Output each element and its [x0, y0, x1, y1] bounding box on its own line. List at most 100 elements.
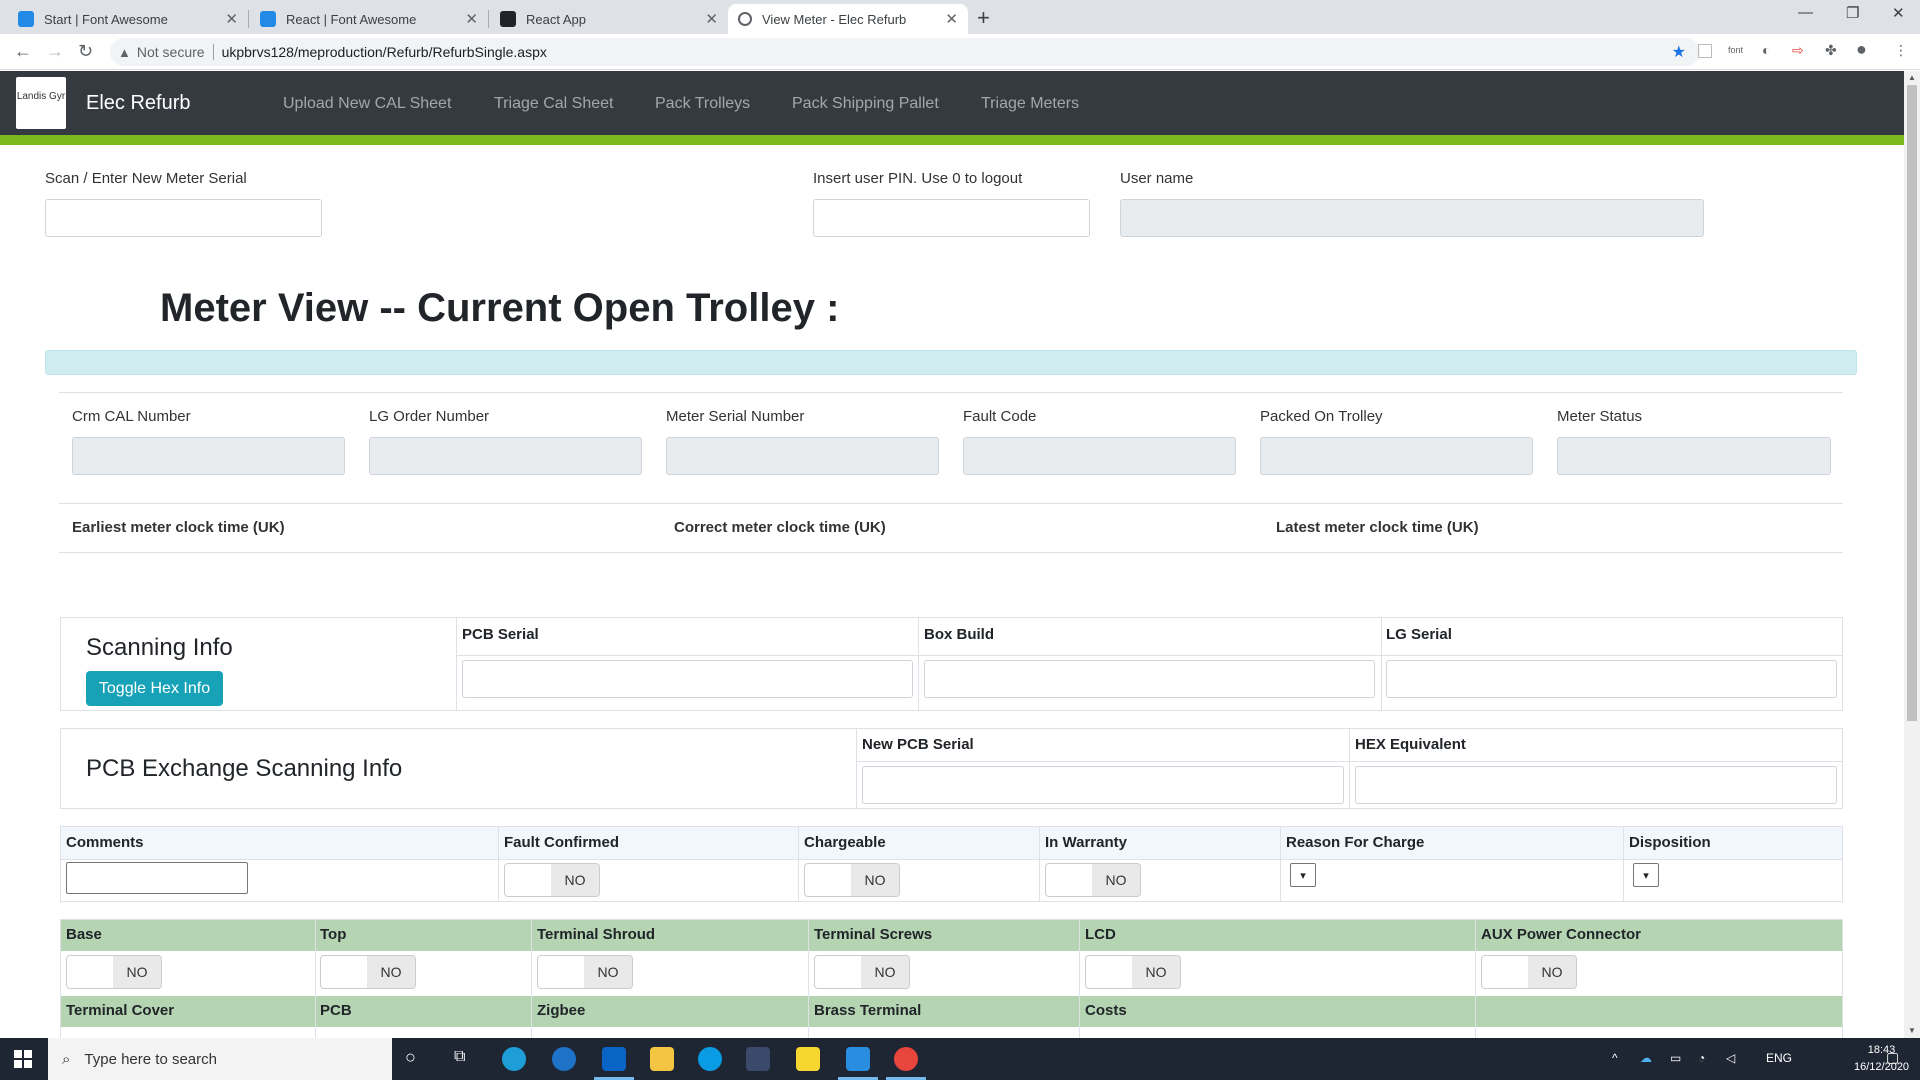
lcd-toggle[interactable]: NO — [1085, 955, 1181, 989]
cortana-icon[interactable]: ○ — [405, 1047, 416, 1068]
meter-status-field — [1557, 437, 1831, 475]
taskbar-clock[interactable]: 18:43 16/12/2020 — [1854, 1042, 1909, 1076]
toggle-state: NO — [1528, 956, 1576, 988]
chargeable-header: Chargeable — [804, 834, 886, 851]
nav-pack-trolleys[interactable]: Pack Trolleys — [655, 95, 750, 113]
scroll-thumb[interactable] — [1907, 85, 1917, 721]
scroll-down-icon[interactable]: ▼ — [1908, 1026, 1916, 1035]
charge-table — [60, 826, 1843, 902]
internet-explorer-icon[interactable] — [552, 1047, 576, 1071]
terminal-screws-toggle[interactable]: NO — [814, 955, 910, 989]
font-extension-icon[interactable]: font — [1728, 45, 1743, 55]
scan-serial-input[interactable] — [45, 199, 322, 237]
landis-gyr-logo[interactable]: Landis Gyr — [16, 77, 66, 129]
meter-status-label: Meter Status — [1557, 408, 1643, 425]
meter-serial-number-label: Meter Serial Number — [666, 408, 805, 425]
minimize-icon[interactable]: — — [1798, 4, 1813, 21]
app-icon[interactable] — [746, 1047, 770, 1071]
box-build-input[interactable] — [924, 660, 1375, 698]
correct-clock-label: Correct meter clock time (UK) — [674, 519, 886, 536]
forward-icon[interactable]: → — [46, 41, 64, 62]
task-view-icon[interactable]: ⧉ — [454, 1048, 465, 1066]
toggle-state: NO — [1132, 956, 1180, 988]
onedrive-icon[interactable]: ☁ — [1640, 1051, 1652, 1065]
brand-title[interactable]: Elec Refurb — [86, 92, 191, 115]
browser-tab-font-awesome-start[interactable]: Start | Font Awesome ✕ — [8, 4, 248, 34]
scroll-up-icon[interactable]: ▲ — [1908, 73, 1916, 82]
chrome-icon[interactable] — [894, 1047, 918, 1071]
file-explorer-icon[interactable] — [650, 1047, 674, 1071]
terminal-screws-header: Terminal Screws — [814, 926, 933, 943]
back-icon[interactable]: ← — [14, 41, 32, 62]
username-label: User name — [1120, 170, 1194, 187]
extension-icon[interactable]: ◐ — [1762, 42, 1770, 58]
toggle-state: NO — [113, 956, 161, 988]
reason-for-charge-select[interactable]: ▾ — [1290, 863, 1316, 887]
close-icon[interactable]: ✕ — [465, 10, 478, 28]
fault-code-field — [963, 437, 1236, 475]
new-pcb-serial-header: New PCB Serial — [862, 736, 974, 753]
nav-pack-shipping-pallet[interactable]: Pack Shipping Pallet — [792, 95, 939, 113]
close-icon[interactable]: ✕ — [945, 10, 958, 28]
taskbar-search[interactable]: ⌕ Type here to search — [48, 1038, 392, 1080]
reason-for-charge-header: Reason For Charge — [1286, 834, 1425, 851]
fault-confirmed-toggle[interactable]: NO — [504, 863, 600, 897]
nav-upload-cal-sheet[interactable]: Upload New CAL Sheet — [283, 95, 451, 113]
lg-serial-input[interactable] — [1386, 660, 1837, 698]
browser-menu-icon[interactable]: ⋮ — [1894, 42, 1908, 59]
terminal-shroud-header: Terminal Shroud — [537, 926, 656, 943]
new-pcb-serial-input[interactable] — [862, 766, 1344, 804]
tab-title: React App — [526, 11, 586, 27]
extension-red-icon[interactable]: ⇨ — [1792, 42, 1804, 59]
puzzle-extensions-icon[interactable]: ✤ — [1825, 42, 1837, 59]
top-header: Top — [320, 926, 347, 943]
wifi-icon[interactable]: ◔ — [1698, 1051, 1705, 1065]
nav-triage-cal-sheet[interactable]: Triage Cal Sheet — [494, 95, 613, 113]
user-pin-input[interactable] — [813, 199, 1090, 237]
terminal-shroud-toggle[interactable]: NO — [537, 955, 633, 989]
pcb-serial-input[interactable] — [462, 660, 913, 698]
in-warranty-toggle[interactable]: NO — [1045, 863, 1141, 897]
comments-header: Comments — [66, 834, 144, 851]
language-indicator[interactable]: ENG — [1766, 1051, 1792, 1065]
chargeable-toggle[interactable]: NO — [804, 863, 900, 897]
nav-triage-meters[interactable]: Triage Meters — [981, 95, 1079, 113]
skype-icon[interactable] — [698, 1047, 722, 1071]
address-bar[interactable]: ▲ Not secure ukpbrvs128/meproduction/Ref… — [110, 38, 1700, 66]
latest-clock-label: Latest meter clock time (UK) — [1276, 519, 1479, 536]
extension-placeholder-icon[interactable] — [1698, 44, 1712, 58]
scanning-info-title: Scanning Info — [86, 634, 233, 661]
toggle-state: NO — [551, 864, 599, 896]
profile-avatar-icon[interactable]: ● — [1856, 39, 1867, 60]
new-tab-button[interactable]: + — [977, 5, 990, 31]
close-icon[interactable]: ✕ — [705, 10, 718, 28]
reload-icon[interactable]: ↻ — [78, 41, 93, 62]
chevron-up-icon[interactable]: ^ — [1612, 1051, 1618, 1065]
aux-power-connector-toggle[interactable]: NO — [1481, 955, 1577, 989]
clock-time: 18:43 — [1867, 1044, 1896, 1056]
volume-icon[interactable]: ◁ — [1726, 1051, 1735, 1065]
disposition-select[interactable]: ▾ — [1633, 863, 1659, 887]
edge-icon[interactable] — [502, 1047, 526, 1071]
browser-tab-font-awesome-react[interactable]: React | Font Awesome ✕ — [250, 4, 488, 34]
user-pin-label: Insert user PIN. Use 0 to logout — [813, 170, 1023, 187]
browser-tab-view-meter[interactable]: View Meter - Elec Refurb ✕ — [728, 4, 968, 34]
hex-equivalent-input[interactable] — [1355, 766, 1837, 804]
windows-start-icon[interactable] — [14, 1050, 32, 1068]
restore-icon[interactable]: ❐ — [1846, 4, 1859, 22]
vscode-icon[interactable] — [846, 1047, 870, 1071]
bookmark-star-icon[interactable]: ★ — [1672, 42, 1686, 62]
window-close-icon[interactable]: ✕ — [1892, 4, 1905, 22]
battery-icon[interactable]: ▭ — [1670, 1051, 1681, 1065]
page-scrollbar[interactable]: ▲ ▼ — [1904, 71, 1920, 1038]
close-icon[interactable]: ✕ — [225, 10, 238, 28]
base-toggle[interactable]: NO — [66, 955, 162, 989]
browser-tab-react-app[interactable]: React App ✕ — [490, 4, 728, 34]
outlook-icon[interactable] — [602, 1047, 626, 1071]
sticky-notes-icon[interactable] — [796, 1047, 820, 1071]
toggle-hex-info-button[interactable]: Toggle Hex Info — [86, 671, 223, 706]
notifications-icon[interactable]: ▢ — [1886, 1049, 1899, 1066]
top-toggle[interactable]: NO — [320, 955, 416, 989]
comments-input[interactable] — [66, 862, 248, 894]
url-text[interactable]: ukpbrvs128/meproduction/Refurb/RefurbSin… — [222, 44, 547, 60]
